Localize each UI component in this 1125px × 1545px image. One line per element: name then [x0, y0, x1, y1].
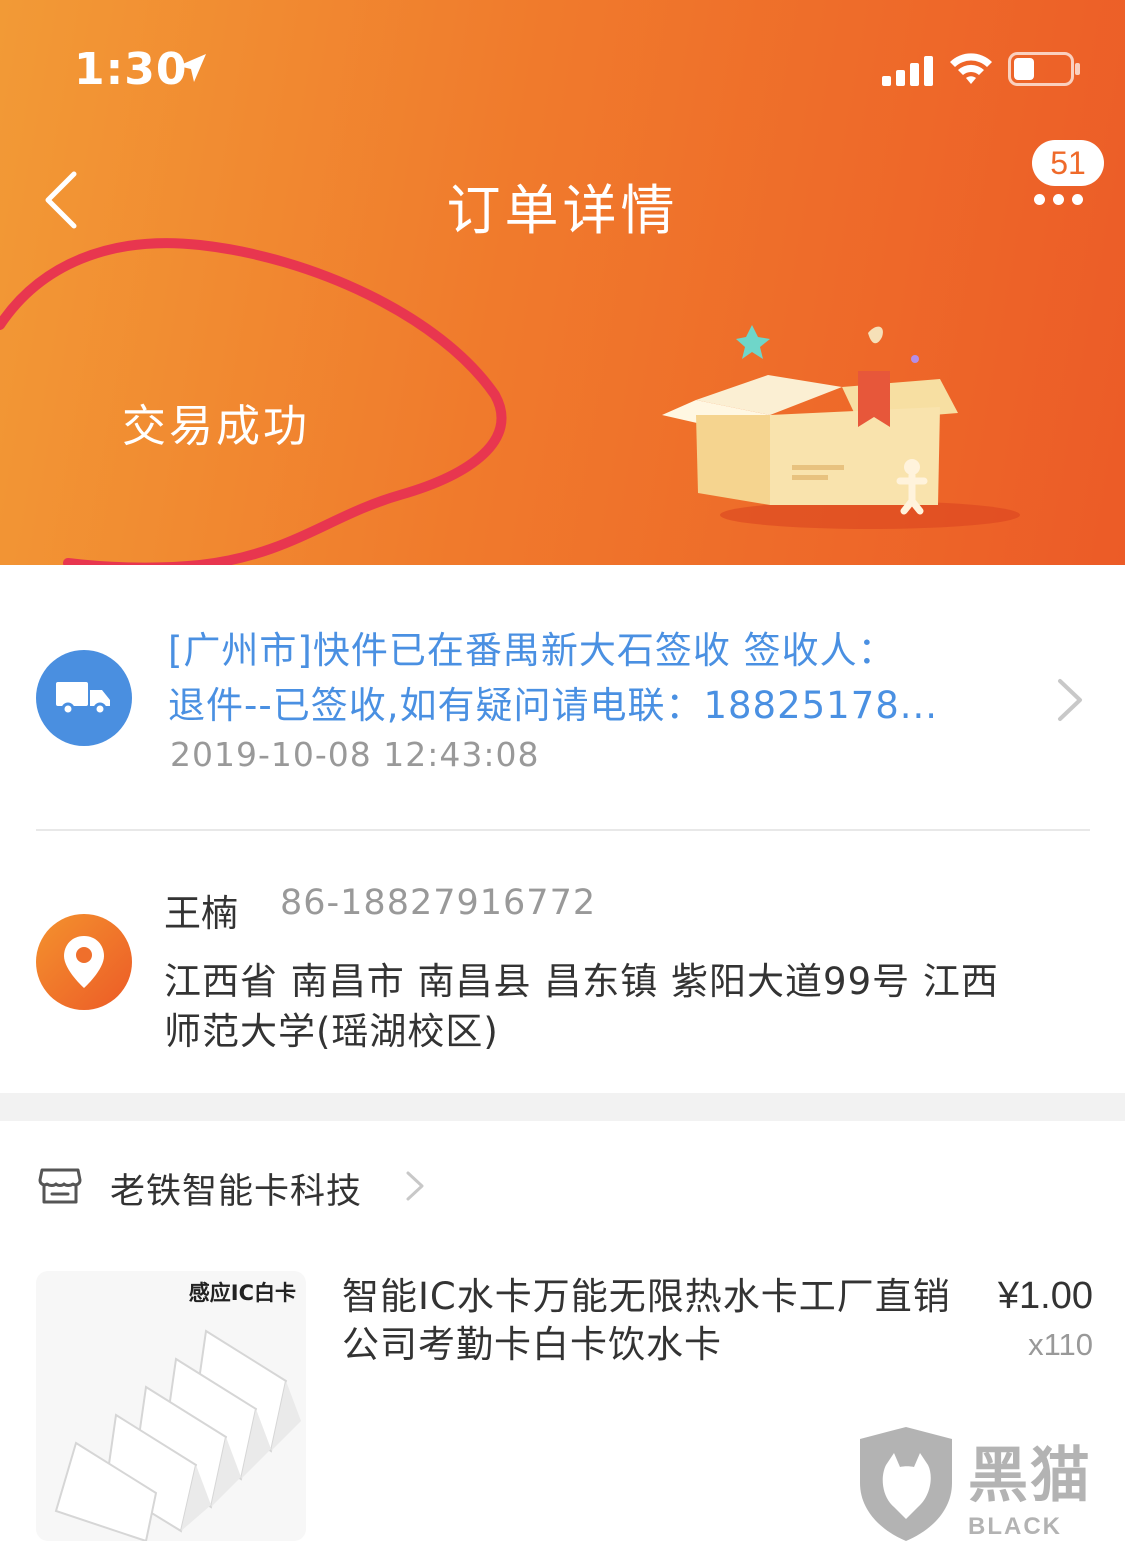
page-title: 订单详情	[446, 179, 679, 242]
message-badge: 51	[1032, 140, 1104, 186]
receiver-name: 王楠	[164, 892, 238, 935]
status-bar: 1:30	[0, 0, 1125, 130]
logistics-text-line-2: 退件--已签收,如有疑问请电联：18825178...	[168, 684, 939, 727]
truck-icon-wrap	[36, 650, 132, 746]
chevron-right-icon	[1058, 679, 1082, 721]
shop-row[interactable]: 老铁智能卡科技	[0, 1121, 1125, 1251]
watermark-logo: 黑猫 BLACK CAT	[850, 1425, 1120, 1545]
product-price: ¥1.00	[997, 1275, 1093, 1317]
signal-icon	[882, 56, 933, 86]
truck-icon	[56, 682, 110, 716]
location-pin-icon	[64, 936, 104, 988]
more-button[interactable]: 51	[1022, 140, 1112, 220]
status-time: 1:30	[74, 44, 188, 95]
product-quantity: x110	[1028, 1327, 1093, 1362]
shop-name[interactable]: 老铁智能卡科技	[110, 1163, 362, 1214]
watermark-subtext: BLACK CAT	[968, 1513, 1062, 1545]
receiver-phone: 86-18827916772	[280, 883, 597, 923]
shipping-address: 王楠 86-18827916772 江西省 南昌市 南昌县 昌东镇 紫阳大道99…	[0, 831, 1125, 1093]
logistics-timestamp: 2019-10-08 12:43:08	[170, 735, 540, 774]
package-box-illustration	[662, 325, 1020, 529]
order-status-text: 交易成功	[122, 401, 310, 452]
order-header: 1:30 订单详情 51 交易成功	[0, 0, 1125, 565]
location-pin-icon-wrap	[36, 914, 132, 1010]
battery-icon	[1008, 52, 1080, 86]
ic-cards-illustration	[54, 1329, 301, 1541]
logistics-text-line-1: [广州市]快件已在番禺新大石签收 签收人：	[168, 629, 896, 672]
logistics-row[interactable]: [广州市]快件已在番禺新大石签收 签收人： 退件--已签收,如有疑问请电联：18…	[0, 565, 1125, 830]
watermark-text: 黑猫	[968, 1441, 1092, 1511]
section-separator	[0, 1093, 1125, 1121]
store-icon	[38, 1168, 82, 1204]
chevron-right-icon	[406, 1171, 424, 1201]
location-arrow-icon	[178, 54, 206, 82]
product-image[interactable]: 感应IC白卡	[36, 1271, 306, 1541]
cat-shield-icon	[860, 1427, 952, 1541]
product-title[interactable]: 智能IC水卡万能无限热水卡工厂直销公司考勤卡白卡饮水卡	[342, 1273, 952, 1369]
wifi-icon	[950, 53, 992, 84]
address-line-2: 师范大学(瑶湖校区)	[164, 1010, 499, 1053]
more-icon	[1034, 194, 1083, 205]
address-line-1: 江西省 南昌市 南昌县 昌东镇 紫阳大道99号 江西	[164, 960, 999, 1003]
